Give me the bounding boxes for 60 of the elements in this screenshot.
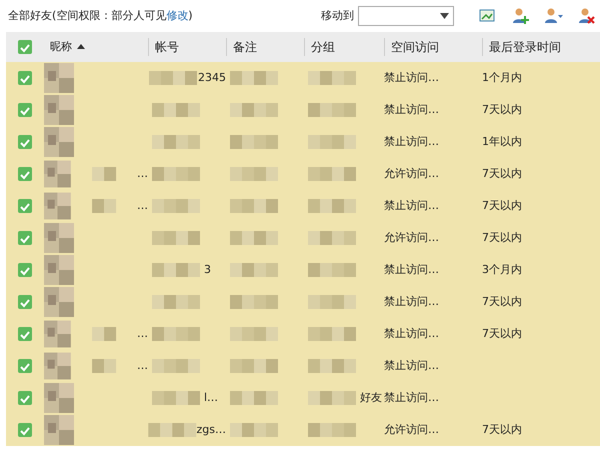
access-text: 允许访问… [384,166,439,180]
last-login-text: 7天以内 [482,326,522,340]
page-title: 全部好友(空间权限：部分人可见修改) [8,8,193,24]
checkbox[interactable] [18,199,32,213]
checkbox[interactable] [18,423,32,437]
checkbox[interactable] [18,167,32,181]
last-login-text: 7天以内 [482,166,522,180]
access-text: 禁止访问… [384,294,439,308]
delete-user-icon[interactable] [577,7,596,25]
nickname-text: … [137,358,148,374]
account-text: 3 [204,262,211,278]
last-login-text: 7天以内 [482,230,522,244]
nickname-text: … [137,166,148,182]
account-text: l… [204,390,218,406]
access-text: 禁止访问… [384,134,439,148]
pixelated-text [148,423,196,437]
checkbox[interactable] [18,359,32,373]
column-header[interactable]: 帐号 [148,38,226,56]
edit-link[interactable]: 修改 [166,8,188,22]
column-header[interactable]: 备注 [226,38,304,56]
checkbox[interactable] [18,327,32,341]
sort-arrow-icon[interactable] [77,44,85,50]
last-login-text: 7天以内 [482,422,522,436]
access-text: 允许访问… [384,230,439,244]
nickname-text: … [137,198,148,214]
account-text: zgs… [196,422,226,438]
checkbox[interactable] [18,103,32,117]
add-user-icon[interactable] [511,7,530,25]
last-login-text: 7天以内 [482,102,522,116]
access-text: 禁止访问… [384,262,439,276]
users-dropdown-icon[interactable] [544,7,563,25]
account-text: 2345 [198,70,226,86]
last-login-text: 7天以内 [482,198,522,212]
column-header[interactable]: 分组 [304,38,384,56]
access-text: 禁止访问… [384,358,439,372]
checkbox[interactable] [18,263,32,277]
group-text: 好友 [360,390,382,406]
checkbox[interactable] [18,71,32,85]
last-login-text: 3个月内 [482,262,522,276]
nickname-text: … [137,326,148,342]
column-header[interactable]: 昵称 [44,38,148,56]
checkbox[interactable] [18,135,32,149]
access-text: 允许访问… [384,422,439,436]
column-header[interactable]: 最后登录时间 [482,38,600,56]
access-text: 禁止访问… [384,198,439,212]
column-header[interactable]: 空间访问 [384,38,482,56]
checkbox[interactable] [18,295,32,309]
access-text: 禁止访问… [384,102,439,116]
checkbox[interactable] [18,231,32,245]
last-login-text: 1年以内 [482,134,522,148]
access-text: 禁止访问… [384,326,439,340]
pixelated-text [148,71,198,85]
access-text: 禁止访问… [384,70,439,84]
last-login-text: 1个月内 [482,70,522,84]
checkbox[interactable] [18,40,32,54]
caret-icon[interactable] [440,13,449,19]
last-login-text: 7天以内 [482,294,522,308]
access-text: 禁止访问… [384,390,439,404]
move-to-label: 移动到 [321,8,354,24]
checkbox[interactable] [18,391,32,405]
